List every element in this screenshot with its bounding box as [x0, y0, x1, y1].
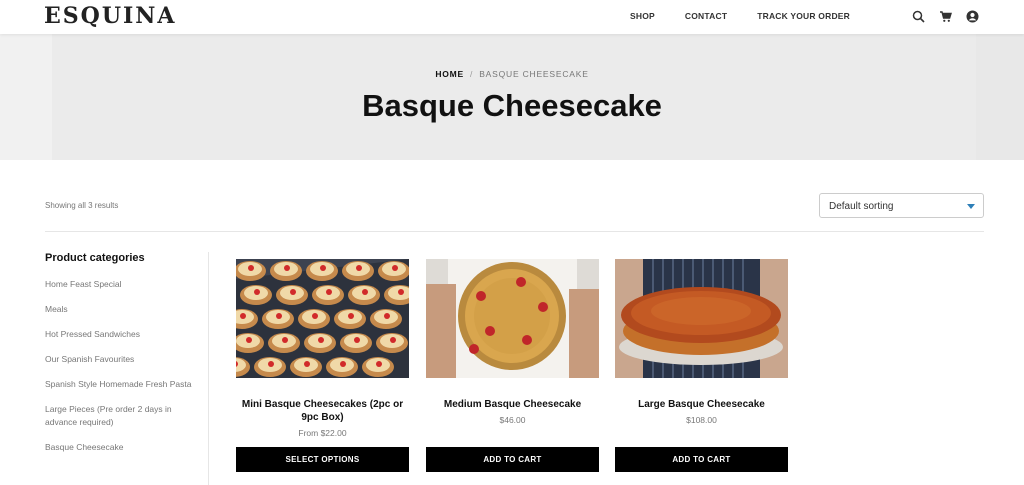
sidebar-title: Product categories — [45, 252, 145, 264]
category-sidebar: Product categories Home Feast Special Me… — [45, 252, 195, 466]
category-list: Home Feast Special Meals Hot Pressed San… — [45, 278, 195, 454]
product-name[interactable]: Large Basque Cheesecake — [615, 398, 788, 411]
product-price: $108.00 — [686, 415, 717, 425]
category-meals[interactable]: Meals — [45, 303, 195, 316]
add-to-cart-button[interactable]: ADD TO CART — [426, 447, 599, 472]
nav-contact[interactable]: CONTACT — [685, 11, 727, 21]
chevron-down-icon — [967, 204, 975, 209]
product-image-large-cheesecake[interactable] — [615, 259, 788, 378]
category-spanish-favourites[interactable]: Our Spanish Favourites — [45, 353, 195, 366]
toolbar-divider — [45, 231, 984, 232]
product-card: Mini Basque Cheesecakes (2pc or 9pc Box)… — [236, 259, 409, 472]
header-icons — [911, 9, 992, 23]
category-home-feast-special[interactable]: Home Feast Special — [45, 278, 195, 291]
search-icon[interactable] — [911, 9, 925, 23]
nav-track-order[interactable]: TRACK YOUR ORDER — [757, 11, 850, 21]
account-icon[interactable] — [965, 9, 979, 23]
add-to-cart-button[interactable]: ADD TO CART — [615, 447, 788, 472]
category-basque-cheesecake[interactable]: Basque Cheesecake — [45, 441, 195, 454]
product-card: Large Basque Cheesecake $108.00 ADD TO C… — [615, 259, 788, 472]
page-title: Basque Cheesecake — [362, 88, 662, 123]
category-hot-pressed-sandwiches[interactable]: Hot Pressed Sandwiches — [45, 328, 195, 341]
main-nav: SHOP CONTACT TRACK YOUR ORDER — [630, 11, 880, 21]
product-image-medium-cheesecake[interactable] — [426, 259, 599, 378]
category-large-pieces[interactable]: Large Pieces (Pre order 2 days in advanc… — [45, 403, 195, 429]
site-header: ESQUINA SHOP CONTACT TRACK YOUR ORDER — [0, 0, 1024, 34]
select-options-button[interactable]: SELECT OPTIONS — [236, 447, 409, 472]
cart-icon[interactable] — [938, 9, 952, 23]
nav-shop[interactable]: SHOP — [630, 11, 655, 21]
product-card: Medium Basque Cheesecake $46.00 ADD TO C… — [426, 259, 599, 472]
breadcrumb-separator: / — [470, 69, 474, 79]
breadcrumb: HOME / BASQUE CHEESECAKE — [0, 69, 1024, 79]
site-logo[interactable]: ESQUINA — [44, 3, 176, 29]
sort-dropdown[interactable]: Default sorting — [819, 193, 984, 218]
product-name[interactable]: Mini Basque Cheesecakes (2pc or 9pc Box) — [236, 398, 409, 424]
product-name[interactable]: Medium Basque Cheesecake — [426, 398, 599, 411]
page-hero: HOME / BASQUE CHEESECAKE Basque Cheesecake — [0, 34, 1024, 160]
product-image-mini-cheesecakes[interactable] — [236, 259, 409, 378]
breadcrumb-home[interactable]: HOME — [435, 69, 464, 79]
product-price: From $22.00 — [298, 428, 347, 438]
product-price: $46.00 — [499, 415, 526, 425]
category-fresh-pasta[interactable]: Spanish Style Homemade Fresh Pasta — [45, 378, 195, 391]
result-count: Showing all 3 results — [45, 201, 119, 210]
breadcrumb-current: BASQUE CHEESECAKE — [479, 69, 589, 79]
sort-selected-value: Default sorting — [829, 201, 894, 212]
sidebar-divider — [208, 252, 209, 485]
